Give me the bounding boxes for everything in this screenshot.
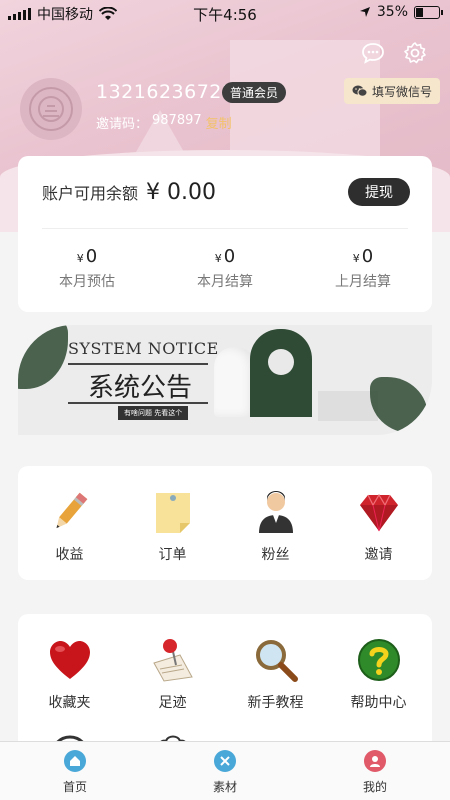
profile-icon (364, 750, 386, 772)
home-icon (64, 750, 86, 772)
tab-material[interactable]: 素材 (150, 750, 300, 795)
fill-wechat-button[interactable]: 填写微信号 (343, 78, 440, 104)
note-icon (147, 486, 199, 538)
battery-percent: 35% (376, 4, 408, 20)
stat-value: 0 (85, 246, 98, 267)
menu-item-label: 足迹 (158, 695, 187, 711)
menu-item-fans[interactable]: 粉丝 (224, 486, 327, 564)
heart-icon (44, 634, 96, 686)
primary-menu-card: 收益 订单 粉丝 邀请 (18, 466, 432, 580)
menu-item-tutorial[interactable]: 新手教程 (224, 634, 327, 712)
balance-card: 账户可用余额 ¥ 0.00 提现 ¥0 本月预估 ¥0 本月结算 ¥0 上月结算 (18, 156, 432, 312)
leaf-decor (18, 325, 68, 389)
tab-label: 素材 (212, 780, 237, 794)
menu-item-label: 新手教程 (247, 695, 304, 711)
menu-item-invite[interactable]: 邀请 (327, 486, 430, 564)
stat-value: 0 (361, 246, 374, 267)
withdraw-button[interactable]: 提现 (348, 178, 410, 206)
status-bar: 中国移动 下午4:56 35% (0, 0, 450, 26)
menu-item-label: 粉丝 (261, 547, 290, 563)
invite-label: 邀请码： (96, 117, 149, 132)
banner-rule (68, 402, 208, 404)
header-actions (360, 40, 428, 66)
block-decor (318, 391, 378, 421)
message-icon[interactable] (360, 40, 386, 66)
wechat-icon (352, 85, 368, 97)
stat-label: 本月结算 (197, 274, 253, 290)
invite-code: 987897 (152, 113, 202, 128)
tab-mine[interactable]: 我的 (300, 750, 450, 795)
stat-settled-this-month[interactable]: ¥0 本月结算 (156, 246, 294, 291)
gear-icon[interactable] (402, 40, 428, 66)
banner-tagline: 有啥问题 先看这个 (118, 406, 189, 420)
material-icon (214, 750, 236, 772)
member-level-badge: 普通会员 (222, 82, 287, 103)
menu-item-label: 订单 (158, 547, 187, 563)
divider (42, 228, 408, 229)
balance-label: 账户可用余额 (42, 184, 139, 203)
avatar-emblem-icon (29, 87, 73, 131)
bottom-tab-bar: 首页 素材 我的 (0, 741, 450, 800)
pencil-icon (44, 486, 96, 538)
leaf-decor (370, 377, 428, 433)
banner-title-en: SYSTEM NOTICE (68, 339, 219, 358)
stat-label: 本月预估 (59, 274, 115, 290)
stat-estimated-this-month[interactable]: ¥0 本月预估 (18, 246, 156, 291)
battery-fill (416, 7, 424, 17)
menu-item-footprints[interactable]: 足迹 (121, 634, 224, 712)
arch-decor (250, 329, 312, 417)
user-phone: 13216236721 (96, 81, 235, 103)
menu-item-label: 收益 (55, 547, 84, 563)
system-notice-banner[interactable]: SYSTEM NOTICE 系统公告 有啥问题 先看这个 (18, 325, 432, 435)
menu-item-orders[interactable]: 订单 (121, 486, 224, 564)
gem-icon (353, 486, 405, 538)
pushpin-icon (147, 634, 199, 686)
tab-home[interactable]: 首页 (0, 750, 150, 795)
stat-label: 上月结算 (335, 274, 391, 290)
balance-amount: ¥ 0.00 (146, 180, 216, 205)
menu-item-earnings[interactable]: 收益 (18, 486, 121, 564)
menu-item-label: 邀请 (364, 547, 393, 563)
stat-settled-last-month[interactable]: ¥0 上月结算 (294, 246, 432, 291)
magnifier-icon (250, 634, 302, 686)
copy-invite-button[interactable]: 复制 (206, 113, 232, 132)
balance-value: 0.00 (167, 180, 216, 205)
banner-title-cn: 系统公告 (88, 373, 193, 403)
menu-item-help[interactable]: 帮助中心 (327, 634, 430, 712)
wechat-button-label: 填写微信号 (371, 84, 432, 99)
menu-item-label: 帮助中心 (350, 695, 407, 711)
location-arrow-icon (359, 7, 370, 17)
person-icon (250, 486, 302, 538)
help-icon (353, 634, 405, 686)
banner-rule (68, 363, 208, 365)
menu-item-label: 收藏夹 (48, 695, 91, 711)
balance-currency: ¥ (146, 180, 161, 205)
tab-label: 首页 (62, 780, 87, 794)
secondary-menu-card: 收藏夹 足迹 新手教程 帮助中心 (18, 614, 432, 775)
menu-item-favorites[interactable]: 收藏夹 (18, 634, 121, 712)
battery-icon (414, 5, 443, 19)
stat-value: 0 (223, 246, 236, 267)
tab-label: 我的 (362, 780, 387, 794)
invite-code-row: 邀请码： 987897 复制 (96, 113, 232, 132)
avatar[interactable] (20, 78, 82, 140)
